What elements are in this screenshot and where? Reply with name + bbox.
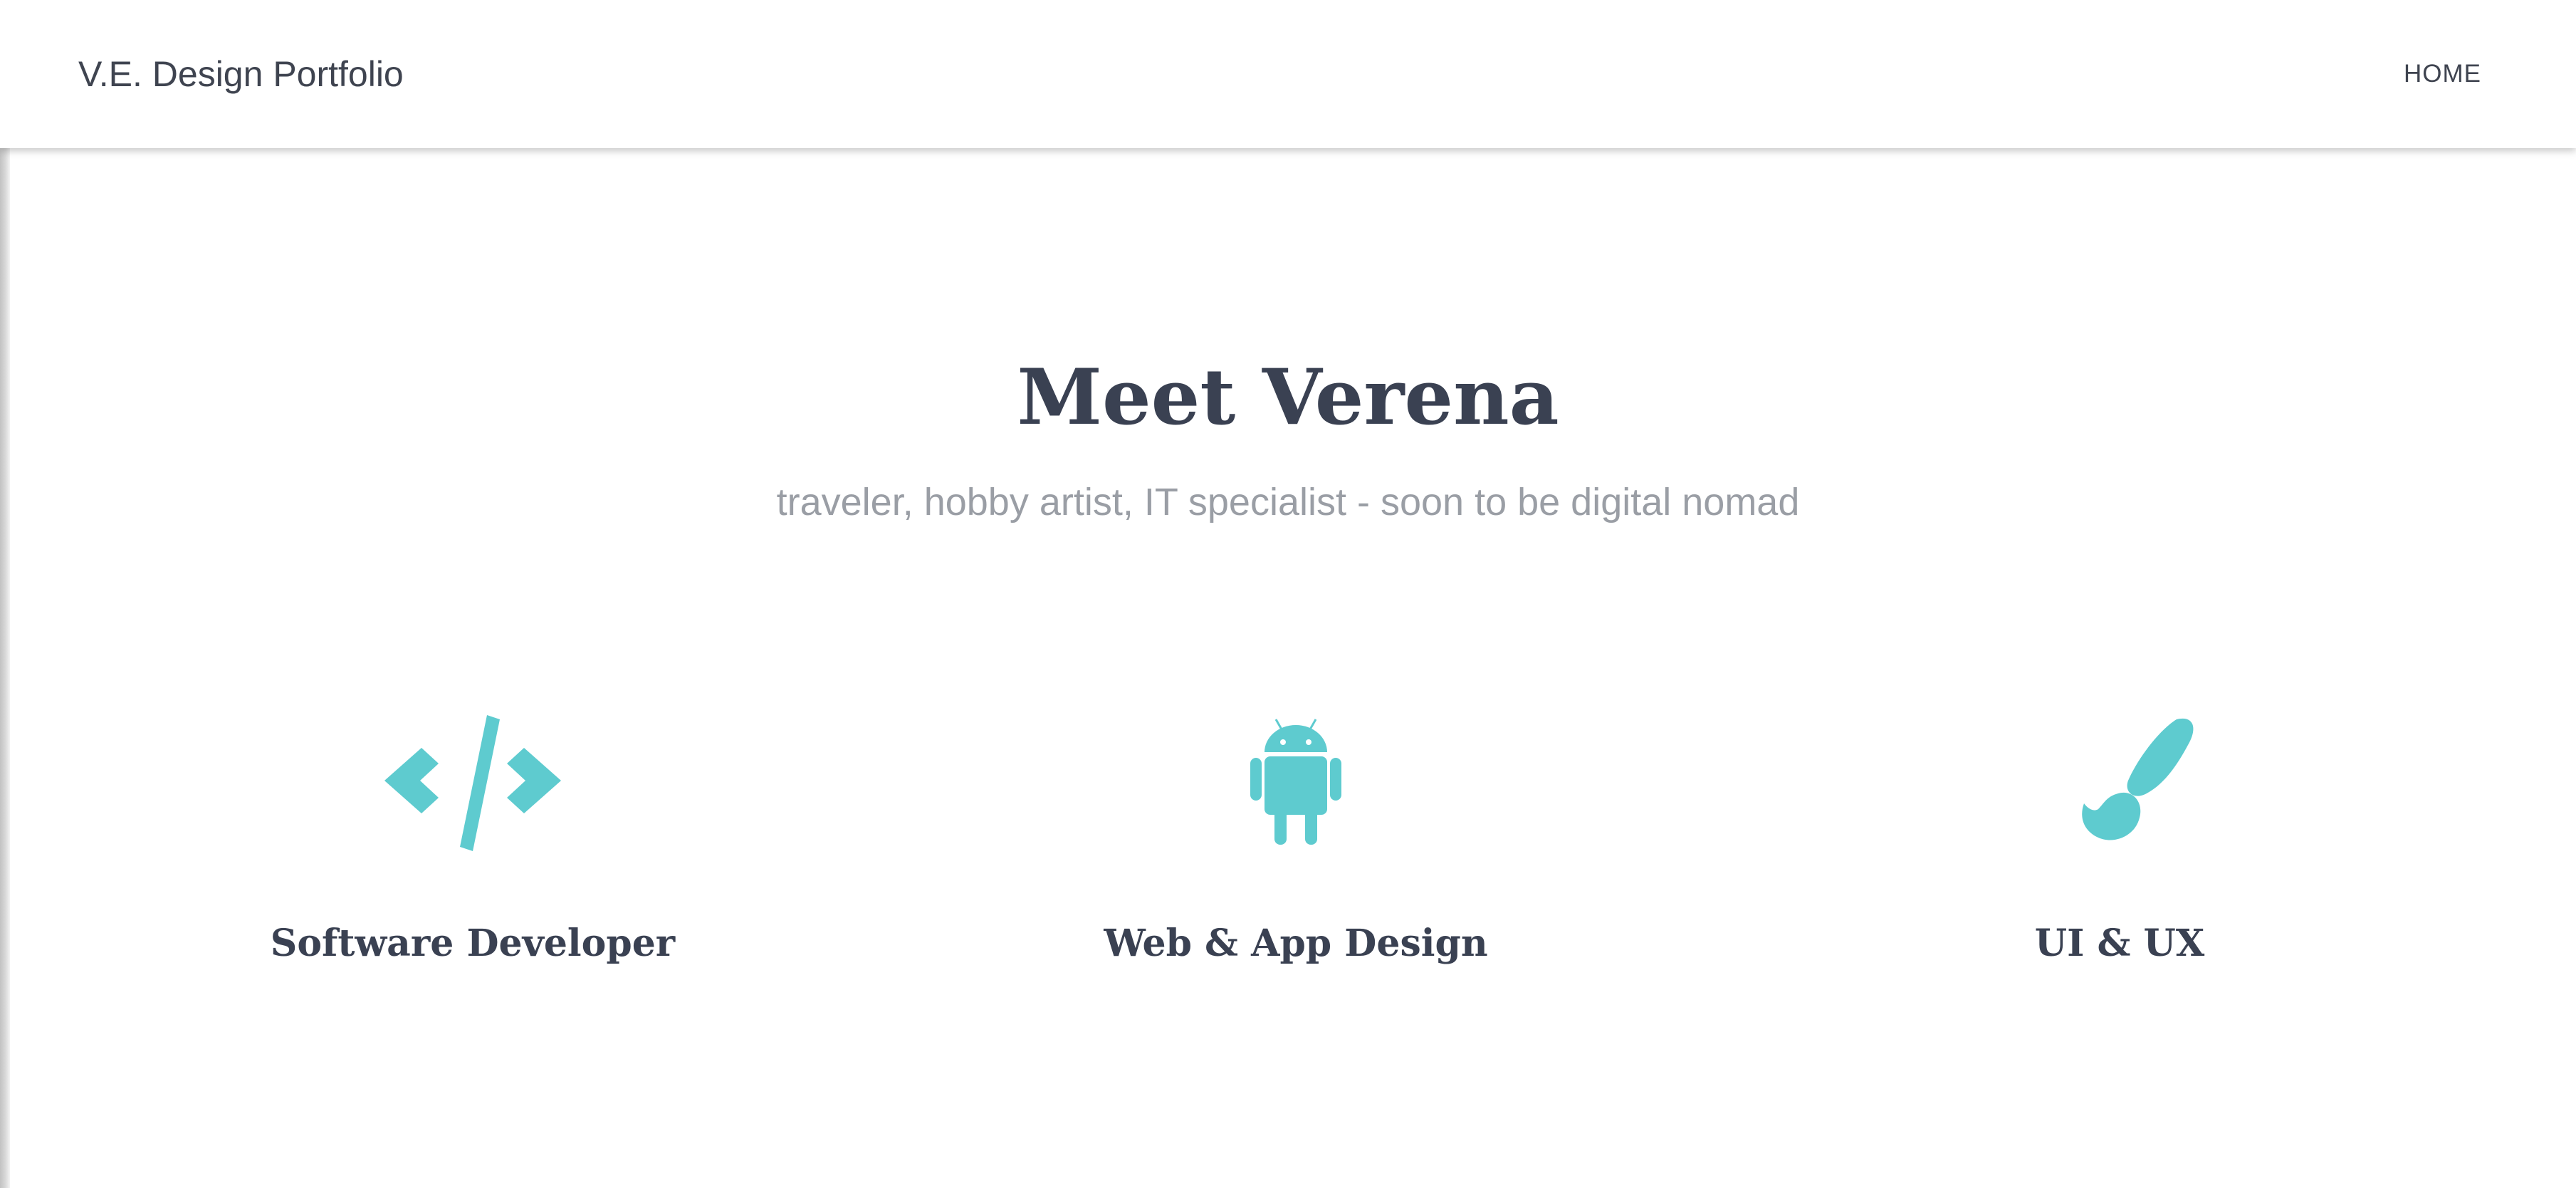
feature-ui-ux: UI & UX xyxy=(1799,709,2440,969)
feature-software-developer: Software Developer xyxy=(152,709,793,969)
code-icon xyxy=(384,715,561,851)
page-title: Meet Verena xyxy=(1017,353,1559,442)
feature-web-app-design: Web & App Design xyxy=(975,709,1616,969)
android-icon xyxy=(1250,719,1341,845)
feature-label: Software Developer xyxy=(270,922,676,965)
paintbrush-icon xyxy=(2082,718,2194,840)
nav-home-link[interactable]: HOME xyxy=(2404,58,2481,90)
page-subtitle: traveler, hobby artist, IT specialist - … xyxy=(776,481,1800,523)
main-content: Meet Verena traveler, hobby artist, IT s… xyxy=(0,148,2576,1188)
feature-label: Web & App Design xyxy=(1104,922,1488,965)
top-navbar: V.E. Design Portfolio HOME xyxy=(0,0,2576,148)
feature-label: UI & UX xyxy=(2034,922,2205,965)
left-edge-shadow xyxy=(0,148,10,1188)
brand-logo-text[interactable]: V.E. Design Portfolio xyxy=(78,50,404,98)
